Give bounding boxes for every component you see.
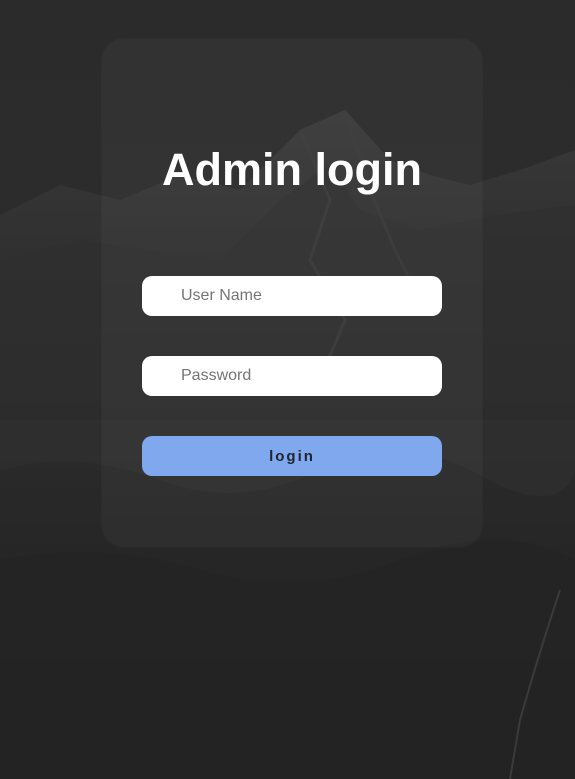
password-input[interactable] (142, 356, 442, 396)
username-input[interactable] (142, 276, 442, 316)
login-button[interactable]: login (142, 436, 442, 476)
page-title: Admin login (162, 144, 422, 195)
